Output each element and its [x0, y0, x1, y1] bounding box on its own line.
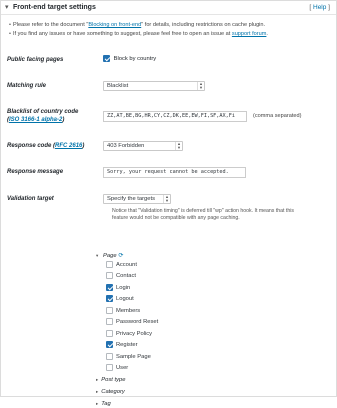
group-label: Post type	[101, 377, 126, 383]
settings-panel: ▾ Front-end target settings [ Help ] • Pl…	[0, 0, 337, 407]
page-item-label: Account	[116, 262, 137, 269]
block-by-country-option[interactable]: Block by country	[103, 55, 156, 62]
matching-rule-label: Matching rule	[7, 83, 47, 89]
page-item-logout[interactable]: Logout	[106, 295, 134, 303]
blacklist-label: Blacklist of country code (ISO 3166-1 al…	[7, 108, 78, 124]
section-title: Front-end target settings	[13, 4, 96, 11]
checkbox[interactable]	[106, 353, 113, 360]
checkbox[interactable]	[106, 284, 113, 291]
response-message-input[interactable]: Sorry, your request cannot be accepted.	[103, 167, 246, 178]
blacklist-label-text: Blacklist of country code	[7, 109, 79, 115]
block-by-country-label: Block by country	[113, 56, 157, 63]
notice-line: feature would not be compatible with any…	[112, 215, 240, 221]
note-item: • Please refer to the document "Blocking …	[9, 21, 331, 30]
page-item-privacy-policy[interactable]: Privacy Policy	[106, 330, 152, 338]
response-code-value: 403 Forbidden	[107, 143, 145, 149]
page-group-header[interactable]: ▾ Page ⟳	[96, 251, 124, 261]
note-text: .	[266, 31, 268, 37]
notice-line: Notice that "Validation timing" is defer…	[112, 208, 295, 214]
page-item-label: Register	[116, 342, 138, 349]
post-type-group[interactable]: ▸ Post type	[96, 376, 125, 384]
blacklist-label-paren: )	[62, 117, 65, 123]
page-item-user[interactable]: User	[106, 364, 128, 372]
collapsed-triangle-icon[interactable]: ▸	[96, 401, 98, 406]
select-arrows-icon: ▴ ▾	[175, 141, 182, 150]
rfc-2616-link[interactable]: RFC 2616	[55, 143, 82, 149]
checkbox[interactable]	[106, 330, 113, 337]
page-item-sample-page[interactable]: Sample Page	[106, 353, 151, 361]
note-item: • If you find any issues or have somethin…	[9, 30, 331, 39]
page-item-password-reset[interactable]: Password Reset	[106, 318, 158, 326]
blacklist-value: ZZ,AT,BE,BG,HR,CY,CZ,DK,EE,EW,FI,SF,AX,F…	[107, 113, 236, 119]
response-message-label: Response message	[7, 169, 64, 175]
checkbox[interactable]	[106, 261, 113, 268]
page-item-label: Login	[116, 285, 131, 292]
validation-target-value: Specify the targets	[107, 196, 156, 202]
response-code-label: Response code (RFC 2616)	[7, 142, 84, 150]
checkbox[interactable]	[106, 318, 113, 325]
bullet-icon: •	[9, 22, 11, 28]
validation-timing-notice: Notice that "Validation timing" is defer…	[112, 208, 332, 222]
validation-target-select[interactable]: Specify the targets ▴ ▾	[103, 194, 171, 204]
note-text: Please refer to the document "	[12, 22, 89, 28]
page-item-login[interactable]: Login	[106, 284, 130, 292]
page-group-label: Page	[103, 253, 117, 259]
validation-target-label: Validation target	[7, 196, 54, 202]
page-item-label: Contact	[116, 273, 136, 280]
notes-list: • Please refer to the document "Blocking …	[9, 21, 331, 39]
section-header[interactable]: ▾ Front-end target settings [ Help ]	[1, 1, 336, 15]
page-item-contact[interactable]: Contact	[106, 272, 136, 280]
collapse-arrow-icon[interactable]: ▾	[5, 3, 9, 11]
response-code-select[interactable]: 403 Forbidden ▴ ▾	[103, 141, 183, 151]
page-item-account[interactable]: Account	[106, 261, 137, 269]
note-text: If you find any issues or have something…	[12, 31, 232, 37]
response-code-label-text: )	[82, 143, 85, 149]
page-item-label: Password Reset	[116, 319, 159, 326]
public-facing-label: Public facing pages	[7, 57, 64, 63]
page-item-label: Privacy Policy	[116, 331, 153, 338]
page-item-label: User	[116, 365, 129, 372]
page-item-label: Sample Page	[116, 354, 151, 361]
select-arrows-icon: ▴ ▾	[197, 81, 204, 90]
group-label: Category	[101, 389, 125, 395]
note-text: " for details, including restrictions on…	[141, 22, 266, 28]
checkbox[interactable]	[106, 295, 113, 302]
collapsed-triangle-icon[interactable]: ▸	[96, 389, 98, 394]
checkbox[interactable]	[106, 272, 113, 279]
tag-group[interactable]: ▸ Tag	[96, 400, 111, 408]
blacklist-hint: (comma separated)	[253, 113, 302, 119]
block-by-country-checkbox[interactable]	[103, 55, 110, 62]
refresh-icon[interactable]: ⟳	[119, 253, 124, 259]
page-item-members[interactable]: Members	[106, 307, 140, 315]
page-item-label: Logout	[116, 296, 134, 303]
matching-rule-value: Blacklist	[107, 83, 129, 89]
bullet-icon: •	[9, 31, 11, 37]
blocking-doc-link[interactable]: Blocking on front-end	[88, 22, 141, 28]
category-group[interactable]: ▸ Category	[96, 388, 125, 396]
select-arrows-icon: ▴ ▾	[163, 194, 170, 203]
matching-rule-select[interactable]: Blacklist ▴ ▾	[103, 81, 205, 91]
checkbox[interactable]	[106, 364, 113, 371]
page-item-register[interactable]: Register	[106, 341, 138, 349]
blacklist-input[interactable]: ZZ,AT,BE,BG,HR,CY,CZ,DK,EE,EW,FI,SF,AX,F…	[103, 111, 247, 122]
iso-3166-link[interactable]: ISO 3166-1 alpha-2	[9, 117, 62, 123]
help-link[interactable]: Help	[313, 4, 326, 11]
support-forum-link[interactable]: support forum	[232, 31, 267, 37]
checkbox[interactable]	[106, 341, 113, 348]
checkbox[interactable]	[106, 307, 113, 314]
response-code-label-text: Response code (	[7, 143, 56, 149]
expanded-triangle-icon[interactable]: ▾	[96, 251, 101, 260]
help-bracket-close: ]	[326, 4, 330, 11]
collapsed-triangle-icon[interactable]: ▸	[96, 377, 98, 382]
page-item-label: Members	[116, 308, 141, 315]
help-link-wrapper: [ Help ]	[309, 4, 330, 11]
response-message-value: Sorry, your request cannot be accepted.	[107, 169, 229, 175]
group-label: Tag	[101, 401, 111, 407]
